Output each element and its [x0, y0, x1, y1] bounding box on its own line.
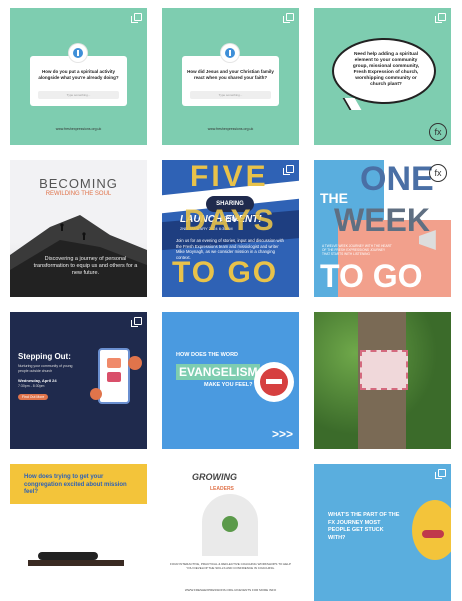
stepping-title: Stepping Out: [18, 352, 71, 361]
days-word: DAYS [184, 204, 277, 237]
answer-placeholder: Type something... [38, 91, 119, 99]
question-text: How do you put a spiritual activity alon… [38, 69, 119, 80]
multiple-images-icon [435, 469, 446, 479]
decor-circle [90, 388, 102, 400]
question-card: How do you put a spiritual activity alon… [30, 56, 127, 106]
evangelism-word: EVANGELISM [176, 364, 261, 380]
fx-logo: fx [429, 123, 447, 141]
post-tile-4[interactable]: BECOMING REWILDING THE SOUL Discovering … [10, 160, 147, 297]
leaders-subtitle: LEADERS [210, 486, 234, 492]
event-time: 7:30pm - 8:30pm [18, 384, 45, 388]
multiple-images-icon [283, 13, 294, 23]
sign-on-tree [360, 350, 408, 390]
multiple-images-icon [435, 13, 446, 23]
bubble-text: Need help adding a spiritual element to … [352, 52, 420, 87]
stepping-subtitle: Nurturing your community of young people… [18, 364, 73, 373]
post-tile-8[interactable]: HOW DOES THE WORD EVANGELISM MAKE YOU FE… [162, 312, 299, 449]
website-handle: www.freshexpressions.org.uk [55, 127, 102, 131]
find-out-more-button[interactable]: Find Out More [18, 394, 49, 400]
to-go-word: TO GO [320, 258, 423, 294]
decor-circle [128, 356, 142, 370]
to-go-word: TO GO [172, 256, 279, 289]
person-on-table [38, 552, 98, 560]
post-tile-1[interactable]: How do you put a spiritual activity alon… [10, 8, 147, 145]
post-grid: How do you put a spiritual activity alon… [0, 0, 462, 601]
mountain-image [10, 215, 147, 297]
multiple-images-icon [131, 13, 142, 23]
multiple-images-icon [131, 317, 142, 327]
becoming-body: Discovering a journey of personal transf… [33, 256, 138, 276]
journey-blurb: A TWELVE WEEK JOURNEY WITH THE HEART OF … [322, 244, 392, 256]
phone-mockup [98, 348, 130, 404]
post-tile-12[interactable]: WHAT'S THE PART OF THE FX JOURNEY MOST P… [314, 464, 451, 601]
no-entry-sign [254, 362, 294, 402]
clock-icon [221, 44, 239, 62]
website-handle: www.freshexpressions.org.uk [207, 127, 254, 131]
emoji-icon [412, 500, 451, 560]
fx-logo: fx [429, 164, 447, 182]
growing-body: FOUR INTERACTIVE, PRACTICAL & REFLECTIVE… [170, 562, 291, 570]
post-tile-3[interactable]: Need help adding a spiritual element to … [314, 8, 451, 145]
answer-placeholder: Type something... [190, 91, 271, 99]
post-tile-5[interactable]: FIVE SHARING JESUS LAUNCH EVENT! 2ND JAN… [162, 160, 299, 297]
question-card: How did Jesus and your Christian family … [182, 56, 279, 106]
question-line-1: HOW DOES THE WORD [176, 352, 239, 358]
growing-title: GROWING [192, 472, 237, 482]
question-line-2: MAKE YOU FEEL? [204, 382, 253, 388]
becoming-subtitle: REWILDING THE SOUL [45, 191, 112, 197]
post-tile-2[interactable]: How did Jesus and your Christian family … [162, 8, 299, 145]
event-date: Wednesday, April 24 [18, 378, 57, 383]
table-image [28, 560, 124, 566]
question-text: How did Jesus and your Christian family … [187, 69, 274, 80]
five-word: FIVE [190, 160, 269, 193]
post-tile-9[interactable] [314, 312, 451, 449]
arch-photo [202, 494, 258, 556]
clock-icon [69, 44, 87, 62]
post-tile-7[interactable]: Stepping Out: Nurturing your community o… [10, 312, 147, 449]
journey-question: WHAT'S THE PART OF THE FX JOURNEY MOST P… [328, 512, 400, 541]
one-word: ONE [360, 160, 434, 198]
speech-bubble: Need help adding a spiritual element to … [332, 38, 436, 104]
arrows-icon: >>> [271, 427, 293, 441]
post-tile-11[interactable]: GROWING LEADERS FOUR INTERACTIVE, PRACTI… [162, 464, 299, 601]
post-tile-10[interactable]: How does trying to get your congregation… [10, 464, 147, 601]
mission-question: How does trying to get your congregation… [24, 474, 127, 495]
becoming-title: BECOMING [39, 176, 118, 191]
events-footer: WWW.FRESHEXPRESSIONS.ORG.UK/EVENTS FOR M… [184, 588, 277, 592]
multiple-images-icon [283, 165, 294, 175]
week-word: WEEK [334, 202, 430, 238]
post-tile-6[interactable]: ONE fx THE WEEK A TWELVE WEEK JOURNEY WI… [314, 160, 451, 297]
